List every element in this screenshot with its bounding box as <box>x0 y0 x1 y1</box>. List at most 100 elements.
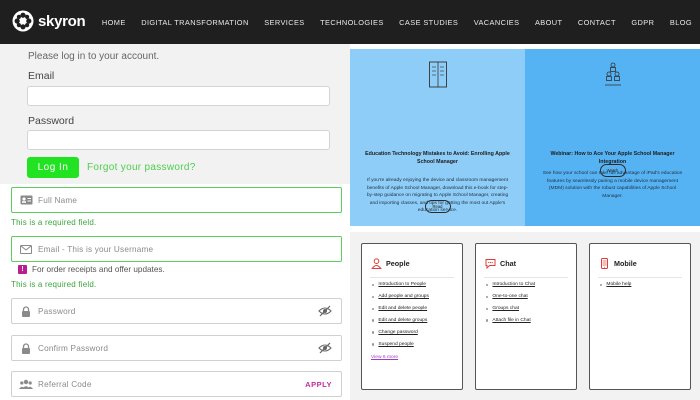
login-password-input[interactable] <box>27 130 330 150</box>
people-card-title: People <box>386 259 410 268</box>
skyron-logo[interactable]: skyron <box>12 10 86 32</box>
login-email-input[interactable] <box>27 86 330 106</box>
list-item[interactable]: Edit and delete people <box>372 303 429 315</box>
info-badge-icon: ! <box>18 265 27 274</box>
forgot-password-link[interactable]: Forgot your password? <box>87 162 196 173</box>
nav-gdpr[interactable]: GDPR <box>631 18 654 27</box>
bullet <box>372 331 375 334</box>
bullet <box>486 319 489 322</box>
link-text[interactable]: Attach file in Chat <box>492 318 530 323</box>
ebook-banner: Education Technology Mistakes to Avoid: … <box>350 49 525 226</box>
email-error: This is a required field. <box>11 280 97 289</box>
top-navbar: skyron HOME DIGITAL TRANSFORMATION SERVI… <box>0 0 700 44</box>
main-menu: HOME DIGITAL TRANSFORMATION SERVICES TEC… <box>86 0 692 44</box>
bullet <box>486 295 489 299</box>
register-email-placeholder: Email - This is your Username <box>38 244 154 254</box>
flower-logo-icon <box>12 10 34 32</box>
link-text[interactable]: Edit and delete people <box>378 306 427 311</box>
register-password-field[interactable]: Password <box>11 298 342 324</box>
full-name-field[interactable]: Full Name <box>11 187 342 213</box>
link-text[interactable]: Groups chat <box>492 306 519 311</box>
card-divider <box>370 277 454 278</box>
mobile-card: Mobile Mobile help <box>589 243 691 390</box>
confirm-password-field[interactable]: Confirm Password <box>11 335 342 361</box>
bullet <box>372 295 375 299</box>
chat-bubble-icon <box>485 259 496 269</box>
ebook-icon <box>428 61 447 88</box>
nav-contact[interactable]: CONTACT <box>578 18 616 27</box>
webinar-banner: Webinar: How to Ace Your Apple School Ma… <box>525 49 700 226</box>
list-item[interactable]: Change password <box>372 327 429 339</box>
card-divider <box>484 277 568 278</box>
lock-icon <box>19 304 33 318</box>
list-item[interactable]: Add people and groups <box>372 291 429 303</box>
referral-code-field[interactable]: Referral Code APPLY <box>11 371 342 397</box>
view-more-link[interactable]: View 6 more <box>371 355 398 360</box>
link-text[interactable]: One-to-one chat <box>492 294 527 299</box>
bullet <box>372 283 375 287</box>
register-email-field[interactable]: Email - This is your Username <box>11 236 342 262</box>
mobile-card-title: Mobile <box>614 259 637 268</box>
mobile-phone-icon <box>601 258 608 269</box>
full-name-placeholder: Full Name <box>38 195 78 205</box>
email-hint-text: For order receipts and offer updates. <box>32 265 165 274</box>
nav-about[interactable]: ABOUT <box>535 18 562 27</box>
hide-password-icon[interactable] <box>318 304 332 318</box>
hide-password-icon[interactable] <box>318 341 332 355</box>
nav-services[interactable]: SERVICES <box>264 18 304 27</box>
users-icon <box>19 377 33 391</box>
nav-technologies[interactable]: TECHNOLOGIES <box>320 18 384 27</box>
link-text[interactable]: Introduction to People <box>378 282 426 287</box>
login-subtitle: Please log in to your account. <box>28 51 160 62</box>
card-divider <box>598 277 682 278</box>
chat-card-title: Chat <box>500 259 516 268</box>
list-item[interactable]: Attach file in Chat <box>486 315 535 327</box>
link-text[interactable]: Add people and groups <box>378 294 429 299</box>
link-text[interactable]: Suspend people <box>378 342 413 347</box>
nav-blog[interactable]: BLOG <box>670 18 692 27</box>
watch-button[interactable]: Watch <box>599 164 626 177</box>
list-item[interactable]: Suspend people <box>372 338 429 350</box>
people-card: People Introduction to People Add people… <box>361 243 463 390</box>
logo-text: skyron <box>38 12 86 30</box>
chat-card: Chat Introduction to Chat One-to-one cha… <box>475 243 577 390</box>
apply-button[interactable]: APPLY <box>305 380 332 389</box>
list-item[interactable]: One-to-one chat <box>486 291 535 303</box>
password-label: Password <box>28 115 75 127</box>
nav-vacancies[interactable]: VACANCIES <box>474 18 520 27</box>
referral-code-placeholder: Referral Code <box>38 379 92 389</box>
nav-home[interactable]: HOME <box>102 18 126 27</box>
bullet <box>372 343 375 346</box>
full-name-error: This is a required field. <box>11 218 97 227</box>
id-card-icon <box>19 193 33 207</box>
nav-digital-transformation[interactable]: DIGITAL TRANSFORMATION <box>141 18 248 27</box>
mobile-links: Mobile help <box>600 279 631 291</box>
link-text[interactable]: Edit and delete groups <box>378 318 427 323</box>
list-item[interactable]: Groups chat <box>486 303 535 315</box>
confirm-password-placeholder: Confirm Password <box>38 343 109 353</box>
envelope-icon <box>19 242 33 256</box>
login-button[interactable]: Log In <box>27 157 79 178</box>
people-links: Introduction to People Add people and gr… <box>372 279 429 350</box>
email-label: Email <box>28 70 55 82</box>
lock-icon <box>19 341 33 355</box>
link-text[interactable]: Mobile help <box>606 282 631 287</box>
bullet <box>486 307 489 310</box>
chat-links: Introduction to Chat One-to-one chat Gro… <box>486 279 535 327</box>
list-item[interactable]: Introduction to People <box>372 279 429 291</box>
nav-case-studies[interactable]: CASE STUDIES <box>399 18 458 27</box>
bullet <box>486 283 489 287</box>
ebook-title: Education Technology Mistakes to Avoid: … <box>365 151 510 165</box>
email-hint: ! For order receipts and offer updates. <box>18 265 165 274</box>
list-item[interactable]: Edit and delete groups <box>372 315 429 327</box>
list-item[interactable]: Introduction to Chat <box>486 279 535 291</box>
read-button[interactable]: Read <box>424 200 451 213</box>
list-item[interactable]: Mobile help <box>600 279 631 291</box>
people-pyramid-icon <box>604 62 621 86</box>
person-icon <box>371 258 382 269</box>
link-text[interactable]: Introduction to Chat <box>492 282 535 287</box>
bullet <box>372 319 375 322</box>
bullet <box>600 283 603 287</box>
link-text[interactable]: Change password <box>378 330 417 335</box>
register-password-placeholder: Password <box>38 306 76 316</box>
